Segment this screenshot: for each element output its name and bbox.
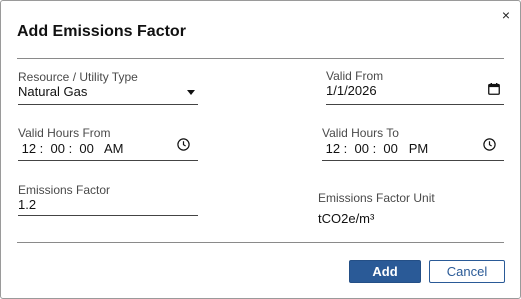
emissions-factor-unit: Emissions Factor Unit tCO2e/m³ [318,191,504,227]
valid-hours-to-underline [322,160,504,161]
valid-hours-from-input[interactable]: Valid Hours From 12 : 00 : 00 AM [18,126,198,162]
valid-hours-from-label: Valid Hours From [18,126,111,140]
emissions-factor-label: Emissions Factor [18,183,111,197]
valid-hours-from-value[interactable]: 12 : 00 : 00 AM [18,141,198,156]
clock-icon[interactable] [483,138,496,151]
emissions-factor-underline [18,215,198,216]
valid-from-underline [326,104,504,105]
valid-hours-to-value[interactable]: 12 : 00 : 00 PM [322,141,504,156]
emissions-factor-value[interactable]: 1.2 [18,197,198,212]
valid-hours-from-underline [18,160,198,161]
cancel-button[interactable]: Cancel [429,260,505,283]
add-emissions-factor-dialog: × Add Emissions Factor Resource / Utilit… [0,0,521,299]
resource-type-underline [18,104,198,105]
emissions-factor-unit-label: Emissions Factor Unit [318,191,435,205]
emissions-factor-input[interactable]: Emissions Factor 1.2 [18,183,198,217]
resource-type-select[interactable]: Resource / Utility Type Natural Gas [18,70,198,106]
add-button[interactable]: Add [349,260,421,283]
footer-divider [17,242,504,243]
valid-from-date-input[interactable]: Valid From 1/1/2026 [326,69,504,106]
valid-from-value: 1/1/2026 [326,83,377,98]
valid-hours-to-input[interactable]: Valid Hours To 12 : 00 : 00 PM [322,126,504,162]
resource-type-label: Resource / Utility Type [18,70,138,84]
dialog-title: Add Emissions Factor [17,23,186,40]
emissions-factor-unit-value: tCO2e/m³ [318,211,375,226]
dropdown-caret-icon[interactable] [187,90,195,95]
clock-icon[interactable] [177,138,190,151]
valid-hours-to-label: Valid Hours To [322,126,399,140]
calendar-icon[interactable] [488,83,500,95]
valid-from-label: Valid From [326,69,384,83]
header-divider [17,58,504,59]
close-icon[interactable]: × [502,8,510,22]
resource-type-value: Natural Gas [18,84,88,99]
